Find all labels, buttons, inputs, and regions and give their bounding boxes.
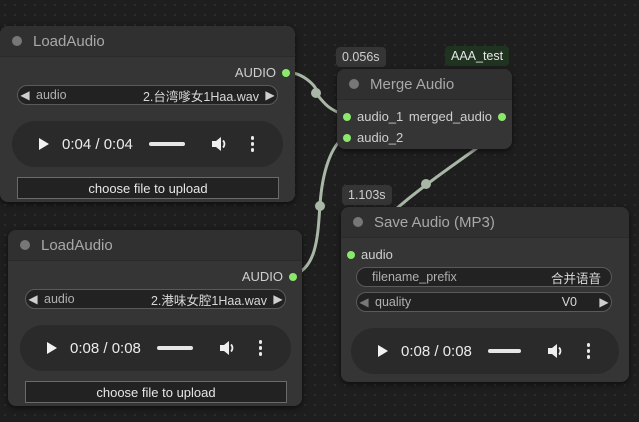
group-name-badge: AAA_test xyxy=(445,46,510,66)
node-title: Save Audio (MP3) xyxy=(374,213,495,231)
player-time: 0:04 / 0:04 xyxy=(62,135,133,153)
more-vert-icon[interactable] xyxy=(586,343,591,359)
load-audio-node-2[interactable]: LoadAudio AUDIO ◀ audio 2.港味女腔1Haa.wav ▶… xyxy=(8,230,302,406)
input-slot-label: audio_1 xyxy=(357,109,404,124)
play-icon[interactable] xyxy=(378,345,388,357)
progress-bar[interactable] xyxy=(148,142,185,146)
combo-value: 2.台湾嗲女1Haa.wav xyxy=(142,89,259,104)
collapse-dot-icon[interactable] xyxy=(349,79,359,89)
node-title-bar[interactable]: Merge Audio xyxy=(337,69,512,100)
input-slot-audio[interactable]: audio xyxy=(347,247,393,262)
output-slot-merged-audio[interactable]: merged_audio xyxy=(409,109,506,124)
collapse-dot-icon[interactable] xyxy=(353,217,363,227)
output-slot-dot[interactable] xyxy=(282,68,290,77)
more-vert-icon[interactable] xyxy=(250,136,255,152)
volume-icon[interactable] xyxy=(219,340,237,356)
quality-combo[interactable]: ◀ quality V0 ▶ xyxy=(356,292,612,312)
arrow-left-icon[interactable]: ◀ xyxy=(18,88,32,102)
volume-icon[interactable] xyxy=(211,136,229,152)
save-exec-time-badge: 1.103s xyxy=(342,185,392,205)
play-icon[interactable] xyxy=(39,138,49,150)
arrow-right-icon[interactable]: ▶ xyxy=(263,88,277,102)
more-vert-icon[interactable] xyxy=(258,340,263,356)
input-slot-audio-2[interactable]: audio_2 xyxy=(343,130,403,145)
load-audio-node-1[interactable]: LoadAudio AUDIO ◀ audio 2.台湾嗲女1Haa.wav ▶… xyxy=(0,26,295,202)
node-title-bar[interactable]: LoadAudio xyxy=(8,230,302,261)
arrow-left-icon[interactable]: ◀ xyxy=(26,292,40,306)
input-slot-audio-1[interactable]: audio_1 xyxy=(343,109,403,124)
output-slot-label: AUDIO xyxy=(234,65,276,80)
player-time: 0:08 / 0:08 xyxy=(70,339,141,357)
output-slot-dot[interactable] xyxy=(498,112,506,121)
progress-bar[interactable] xyxy=(487,349,521,353)
link-midpoint-1 xyxy=(311,88,321,98)
node-title: Merge Audio xyxy=(370,75,455,93)
input-slot-dot[interactable] xyxy=(343,112,351,121)
play-icon[interactable] xyxy=(47,342,57,354)
field-label: filename_prefix xyxy=(372,270,457,284)
node-title: LoadAudio xyxy=(33,32,105,50)
link-midpoint-3 xyxy=(421,179,431,189)
node-title: LoadAudio xyxy=(41,236,113,254)
output-slot-label: AUDIO xyxy=(241,269,283,284)
audio-player[interactable]: 0:08 / 0:08 xyxy=(20,325,291,371)
field-value: 合并语音 xyxy=(550,271,601,286)
input-slot-label: audio xyxy=(361,247,393,262)
input-slot-dot[interactable] xyxy=(347,250,355,259)
output-slot-audio[interactable]: AUDIO xyxy=(242,269,297,284)
input-slot-dot[interactable] xyxy=(343,133,351,142)
player-time: 0:08 / 0:08 xyxy=(401,342,472,360)
combo-value: 2.港味女腔1Haa.wav xyxy=(150,293,267,308)
output-slot-label: merged_audio xyxy=(408,109,492,124)
arrow-right-icon[interactable]: ▶ xyxy=(597,295,611,309)
arrow-right-icon[interactable]: ▶ xyxy=(271,292,285,306)
filename-prefix-field[interactable]: filename_prefix 合并语音 xyxy=(356,267,612,287)
volume-icon[interactable] xyxy=(547,343,565,359)
link-midpoint-2 xyxy=(315,201,325,211)
upload-button[interactable]: choose file to upload xyxy=(17,177,279,199)
audio-combo[interactable]: ◀ audio 2.港味女腔1Haa.wav ▶ xyxy=(25,289,286,309)
output-slot-audio[interactable]: AUDIO xyxy=(235,65,290,80)
node-title-bar[interactable]: LoadAudio xyxy=(0,26,295,57)
merge-audio-node[interactable]: Merge Audio audio_1 merged_audio audio_2 xyxy=(337,69,512,149)
collapse-dot-icon[interactable] xyxy=(12,36,22,46)
arrow-left-icon[interactable]: ◀ xyxy=(357,295,371,309)
combo-value: V0 xyxy=(561,295,577,309)
audio-player[interactable]: 0:04 / 0:04 xyxy=(12,121,283,167)
output-slot-dot[interactable] xyxy=(289,272,297,281)
input-slot-label: audio_2 xyxy=(357,130,404,145)
progress-bar[interactable] xyxy=(156,346,193,350)
save-audio-node[interactable]: Save Audio (MP3) audio filename_prefix 合… xyxy=(341,207,629,382)
audio-player[interactable]: 0:08 / 0:08 xyxy=(351,328,619,374)
combo-label: quality xyxy=(375,295,412,309)
collapse-dot-icon[interactable] xyxy=(20,240,30,250)
upload-button[interactable]: choose file to upload xyxy=(25,381,287,403)
audio-combo[interactable]: ◀ audio 2.台湾嗲女1Haa.wav ▶ xyxy=(17,85,278,105)
node-title-bar[interactable]: Save Audio (MP3) xyxy=(341,207,629,238)
merge-exec-time-badge: 0.056s xyxy=(336,47,386,67)
combo-label: audio xyxy=(44,292,75,306)
combo-label: audio xyxy=(36,88,67,102)
